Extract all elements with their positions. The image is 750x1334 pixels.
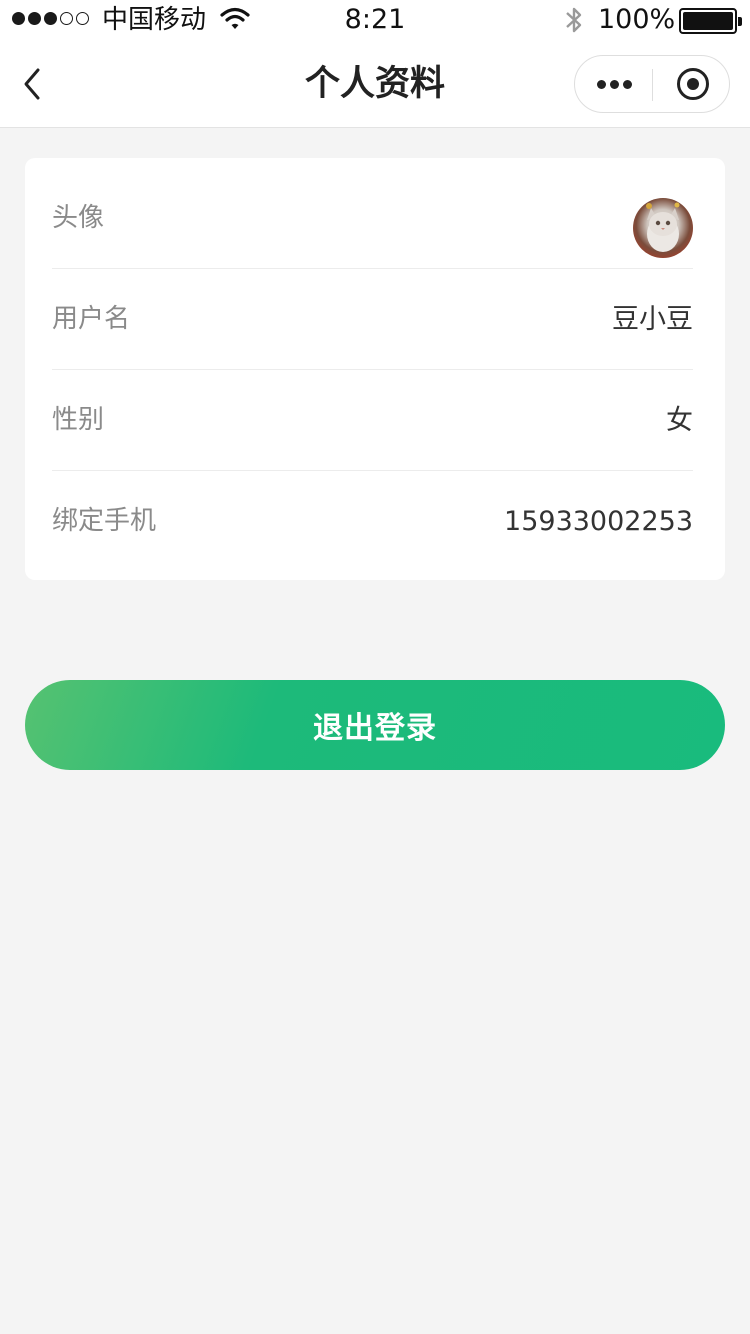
navigation-bar: 个人资料 <box>0 40 750 128</box>
avatar-label: 头像 <box>52 203 105 233</box>
gender-row[interactable]: 性别 女 <box>52 370 693 471</box>
profile-card: 头像 用户名 豆小豆 性别 女 绑定手机 15933002253 <box>25 158 725 580</box>
bluetooth-icon <box>563 5 585 39</box>
gender-value: 女 <box>666 405 693 436</box>
target-icon <box>677 68 709 100</box>
avatar-row[interactable]: 头像 <box>52 168 693 269</box>
username-row[interactable]: 用户名 豆小豆 <box>52 269 693 370</box>
battery-percent: 100% <box>598 4 676 35</box>
phone-label: 绑定手机 <box>52 506 157 536</box>
profile-page: 中国移动 8:21 100% 个人资料 头像 用户名 豆小豆 性别 女 绑定手机… <box>0 0 750 1334</box>
phone-row[interactable]: 绑定手机 15933002253 <box>52 471 693 572</box>
status-bar: 中国移动 8:21 100% <box>0 0 750 40</box>
phone-value: 15933002253 <box>504 506 693 537</box>
username-label: 用户名 <box>52 304 131 334</box>
gender-label: 性别 <box>52 405 105 435</box>
miniprogram-capsule <box>574 55 730 113</box>
avatar[interactable] <box>633 198 693 258</box>
more-options-button[interactable] <box>575 56 652 112</box>
battery-icon <box>679 8 742 34</box>
close-miniprogram-button[interactable] <box>653 56 730 112</box>
username-value: 豆小豆 <box>612 304 693 335</box>
logout-button[interactable]: 退出登录 <box>25 680 725 770</box>
